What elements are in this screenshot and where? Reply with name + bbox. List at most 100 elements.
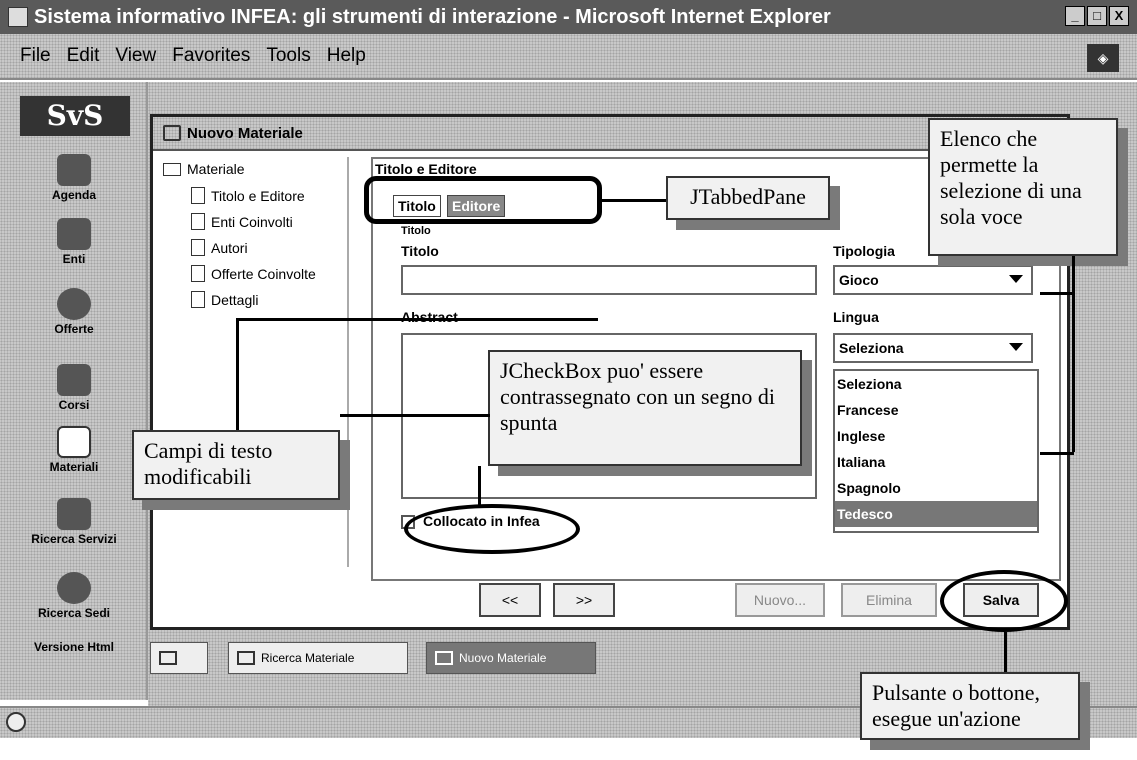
lingua-list[interactable]: Seleziona Francese Inglese Italiana Spag… <box>833 369 1039 533</box>
window-title-bar: Sistema informativo INFEA: gli strumenti… <box>0 0 1137 34</box>
textfields-callout: Campi di testo modificabili <box>132 430 340 500</box>
list-item-selected[interactable]: Tedesco <box>835 501 1037 527</box>
button-callout: Pulsante o bottone, esegue un'azione <box>860 672 1080 740</box>
tree-item-dettagli[interactable]: Dettagli <box>191 291 258 308</box>
lingua-select[interactable]: Seleziona <box>833 333 1033 363</box>
material-tree: Materiale Titolo e Editore Enti Coinvolt… <box>161 157 349 567</box>
nav-versione-html[interactable]: Versione Html <box>0 640 148 654</box>
minimize-button[interactable]: _ <box>1065 6 1085 26</box>
menu-tools[interactable]: Tools <box>266 45 310 67</box>
connector-line <box>1040 452 1074 455</box>
nav-enti[interactable]: Enti <box>0 218 148 266</box>
folder-icon <box>163 162 181 176</box>
title-label: Titolo <box>401 243 439 259</box>
list-item[interactable]: Italiana <box>835 449 1037 475</box>
taskbar-nuovo-materiale[interactable]: Nuovo Materiale <box>426 642 596 674</box>
tree-root-label: Materiale <box>187 161 245 177</box>
group-label: Titolo <box>401 225 431 237</box>
tree-root[interactable]: Materiale <box>163 161 245 177</box>
tree-item-label: Titolo e Editore <box>211 187 305 204</box>
document-icon <box>191 239 205 256</box>
svs-logo: SvS <box>20 96 130 136</box>
nav-materiali[interactable]: Materiali <box>0 426 148 474</box>
nav-agenda-label: Agenda <box>51 188 96 202</box>
taskbar-item-label: Nuovo Materiale <box>459 651 547 665</box>
nav-offerte[interactable]: Offerte <box>0 288 148 336</box>
book-icon <box>57 426 91 458</box>
internet-explorer-icon <box>8 7 28 27</box>
tree-item-offerte-coinvolte[interactable]: Offerte Coinvolte <box>191 265 316 282</box>
tree-item-titolo-editore[interactable]: Titolo e Editore <box>191 187 305 204</box>
list-item[interactable]: Spagnolo <box>835 475 1037 501</box>
grid-icon <box>57 498 91 530</box>
new-button[interactable]: Nuovo... <box>735 583 825 617</box>
maximize-button[interactable]: □ <box>1087 6 1107 26</box>
tree-item-enti-coinvolti[interactable]: Enti Coinvolti <box>191 213 293 230</box>
search-icon <box>237 651 255 665</box>
abstract-label: Abstract <box>401 309 458 325</box>
tipologia-value: Gioco <box>839 272 879 288</box>
tree-item-autori[interactable]: Autori <box>191 239 248 256</box>
teacher-icon <box>57 364 91 396</box>
nav-ricerca-servizi[interactable]: Ricerca Servizi <box>0 498 148 546</box>
list-item[interactable]: Inglese <box>835 423 1037 449</box>
connector-line <box>1040 292 1074 295</box>
delete-button[interactable]: Elimina <box>841 583 937 617</box>
lingua-label: Lingua <box>833 309 879 325</box>
window-title: Sistema informativo INFEA: gli strumenti… <box>34 5 831 28</box>
nav-ricerca-servizi-label: Ricerca Servizi <box>31 532 117 546</box>
nav-materiali-label: Materiali <box>49 460 99 474</box>
list-item[interactable]: Seleziona <box>835 371 1037 397</box>
tabbedpane-callout: JTabbedPane <box>666 176 830 220</box>
internal-taskbar: Ricerca Materiale Nuovo Materiale <box>150 638 650 680</box>
list-callout: Elenco che permette la selezione di una … <box>928 118 1118 256</box>
document-icon <box>191 265 205 282</box>
close-button[interactable]: X <box>1109 6 1129 26</box>
frame-title: Nuovo Materiale <box>187 124 303 142</box>
book-icon <box>435 651 453 665</box>
menu-bar: File Edit View Favorites Tools Help <box>0 34 1137 80</box>
list-item[interactable]: Francese <box>835 397 1037 423</box>
menu-edit[interactable]: Edit <box>67 45 100 67</box>
desktop-button[interactable] <box>150 642 208 674</box>
tree-item-label: Offerte Coinvolte <box>211 265 316 282</box>
title-input[interactable] <box>401 265 817 295</box>
document-icon <box>191 187 205 204</box>
connector-line <box>1004 632 1007 672</box>
lingua-value: Seleziona <box>839 340 904 356</box>
nav-corsi-label: Corsi <box>58 398 90 412</box>
tipologia-label: Tipologia <box>833 243 895 259</box>
connector-line <box>340 414 490 417</box>
nav-offerte-label: Offerte <box>54 322 94 336</box>
left-navigation: SvS Agenda Enti Offerte Corsi Materiali … <box>0 82 148 700</box>
menu-favorites[interactable]: Favorites <box>172 45 250 67</box>
calendar-icon <box>57 154 91 186</box>
nav-enti-label: Enti <box>62 252 86 266</box>
book-icon <box>163 125 181 141</box>
heart-icon <box>57 288 91 320</box>
nav-corsi[interactable]: Corsi <box>0 364 148 412</box>
globe-icon <box>57 572 91 604</box>
phone-icon <box>57 218 91 250</box>
connector-line <box>236 318 239 430</box>
menu-help[interactable]: Help <box>327 45 366 67</box>
connector-line <box>236 318 598 321</box>
tree-item-label: Autori <box>211 239 248 256</box>
connector-line <box>478 466 481 506</box>
tabbedpane-highlight <box>364 176 602 224</box>
tree-item-label: Enti Coinvolti <box>211 213 293 230</box>
browser-throbber-icon: ◈ <box>1087 44 1119 72</box>
prev-button[interactable]: << <box>479 583 541 617</box>
menu-view[interactable]: View <box>115 45 156 67</box>
tipologia-select[interactable]: Gioco <box>833 265 1033 295</box>
nav-agenda[interactable]: Agenda <box>0 154 148 202</box>
connector-line <box>1072 256 1075 452</box>
window-controls: _ □ X <box>1065 6 1129 26</box>
chevron-down-icon <box>1009 275 1023 283</box>
taskbar-ricerca-materiale[interactable]: Ricerca Materiale <box>228 642 408 674</box>
menu-file[interactable]: File <box>20 45 51 67</box>
nav-ricerca-sedi[interactable]: Ricerca Sedi <box>0 572 148 620</box>
taskbar-item-label: Ricerca Materiale <box>261 651 355 665</box>
next-button[interactable]: >> <box>553 583 615 617</box>
save-highlight <box>940 570 1068 632</box>
